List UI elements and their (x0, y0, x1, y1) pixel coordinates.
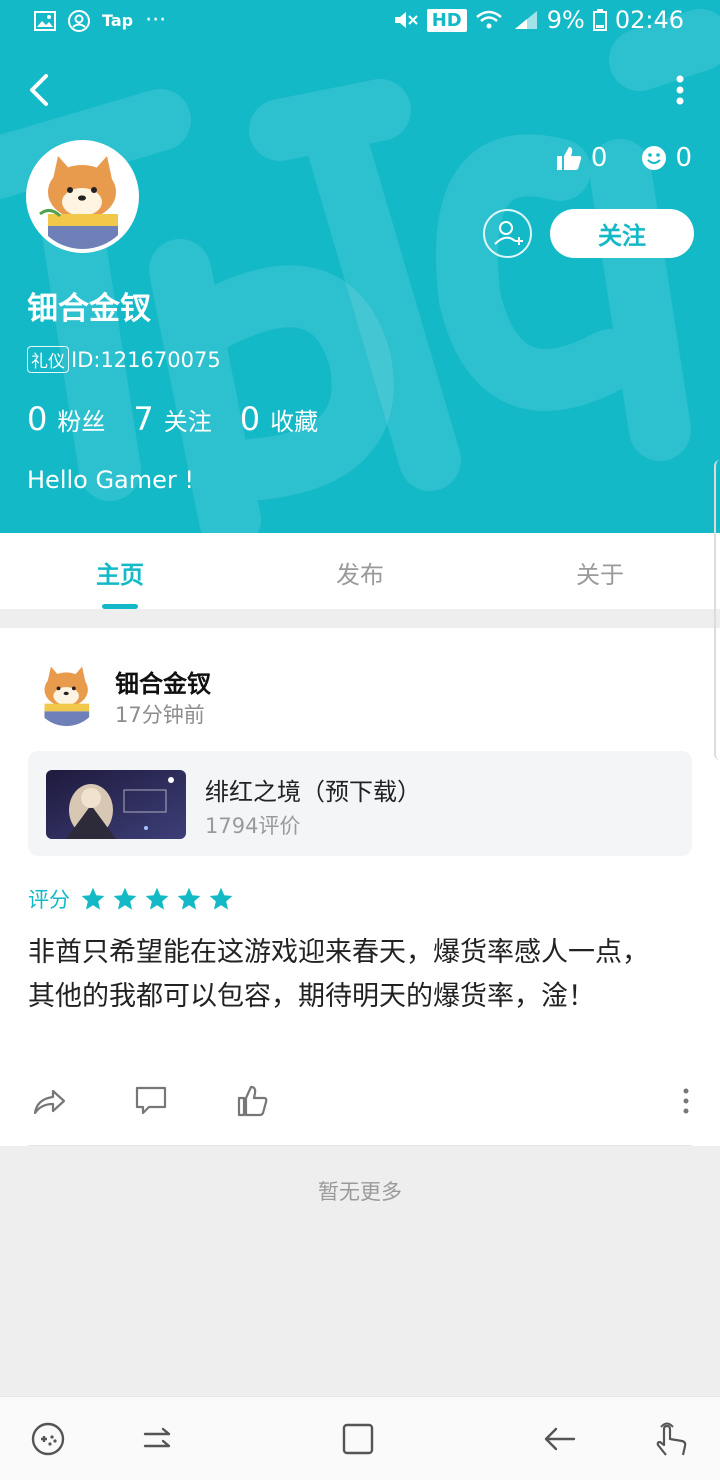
profile-header: Tap ··· HD 9% 02:46 0 0 关注 钿合金钗 礼仪 ID:12… (0, 0, 720, 533)
star-icon (113, 887, 137, 910)
game-title: 绯红之境（预下载） (205, 778, 421, 806)
game-link[interactable]: 绯红之境（预下载） 1794评价 (28, 751, 692, 856)
star-icon (209, 887, 233, 910)
tab-label: 发布 (336, 561, 384, 589)
share-icon[interactable] (31, 1083, 67, 1119)
game-thumbnail (46, 770, 186, 839)
add-friend-icon (494, 221, 523, 245)
profile-bio: Hello Gamer ! (27, 466, 195, 494)
stat-label: 粉丝 (57, 408, 106, 436)
profile-tabs: 主页 发布 关于 (0, 533, 720, 609)
post-timestamp: 17分钟前 (115, 703, 205, 727)
game-review-count: 1794评价 (205, 814, 301, 838)
thumbs-up-icon (556, 147, 582, 170)
home-icon[interactable] (338, 1419, 378, 1459)
shiba-avatar-small (33, 659, 100, 726)
tab-posts[interactable]: 发布 (240, 533, 480, 609)
user-id-row: 礼仪 ID:121670075 (27, 346, 221, 373)
user-id: ID:121670075 (71, 347, 221, 372)
shiba-avatar (30, 144, 135, 249)
game-cover-image (46, 770, 186, 839)
smile-icon (642, 146, 667, 170)
stat-number: 7 (133, 400, 154, 438)
review-text: 非酋只希望能在这游戏迎来春天，爆货率感人一点，其他的我都可以包容，期待明天的爆货… (28, 937, 649, 1012)
rating-row: 评分 (28, 884, 240, 914)
battery-percent: 9% (546, 6, 585, 34)
nav-back-icon[interactable] (540, 1419, 580, 1459)
stat-label: 收藏 (270, 408, 319, 436)
rating-label: 评分 (28, 888, 70, 912)
tab-about[interactable]: 关于 (480, 533, 720, 609)
watermark-logo (0, 9, 720, 533)
stat-fans[interactable]: 0 粉丝 (27, 400, 105, 438)
more-notifications: ··· (145, 8, 167, 33)
stat-favorites[interactable]: 0 收藏 (240, 400, 318, 438)
tab-indicator (102, 604, 138, 609)
review-card[interactable]: 钿合金钗 17分钟前 绯红之境（预下载） 1794评价 评分 非酋只希望能在这游… (0, 628, 720, 1146)
game-launcher-icon[interactable] (28, 1419, 68, 1459)
profile-username: 钿合金钗 (27, 291, 151, 327)
star-icon (177, 887, 201, 910)
gesture-icon[interactable] (652, 1419, 692, 1459)
wifi-icon (475, 10, 502, 29)
tab-label: 主页 (96, 561, 144, 589)
profile-avatar[interactable] (26, 140, 139, 253)
star-icon (145, 887, 169, 910)
no-more-text: 暂无更多 (318, 1180, 402, 1204)
like-icon[interactable] (235, 1083, 271, 1119)
user-tag: 礼仪 (27, 346, 69, 373)
edge-panel-handle[interactable] (714, 460, 720, 760)
post-author[interactable]: 钿合金钗 (115, 664, 211, 699)
tab-home[interactable]: 主页 (0, 533, 240, 609)
likes-count: 0 (590, 143, 608, 173)
smiles-group: 0 (641, 143, 692, 173)
system-nav-bar (0, 1396, 720, 1480)
recents-icon[interactable] (137, 1419, 177, 1459)
account-icon (68, 9, 90, 32)
gallery-icon (34, 10, 56, 31)
author-avatar[interactable] (33, 659, 100, 726)
star-icon (81, 887, 105, 910)
battery-icon (592, 9, 607, 31)
reaction-counts: 0 0 (531, 143, 692, 173)
more-vert-icon[interactable] (670, 74, 690, 106)
stat-label: 关注 (163, 408, 212, 436)
hd-badge: HD (426, 8, 467, 32)
add-friend-button[interactable] (483, 209, 532, 258)
stat-number: 0 (27, 400, 48, 438)
likes-group: 0 (555, 143, 608, 173)
post-actions (0, 1083, 720, 1123)
comment-icon[interactable] (133, 1083, 169, 1119)
divider (28, 1145, 692, 1146)
smiles-count: 0 (675, 143, 692, 173)
clock: 02:46 (614, 6, 684, 34)
back-icon[interactable] (22, 70, 58, 110)
status-bar: Tap ··· HD 9% 02:46 (0, 0, 720, 42)
follow-button[interactable]: 关注 (550, 209, 694, 258)
tab-label: 关于 (576, 561, 624, 589)
tap-label: Tap (102, 11, 134, 30)
stat-number: 0 (239, 400, 261, 438)
mute-icon (394, 12, 418, 28)
signal-icon (514, 11, 537, 29)
profile-stats: 0 粉丝 7 关注 0 收藏 (27, 400, 346, 438)
post-more-icon[interactable] (668, 1083, 704, 1119)
stat-following[interactable]: 7 关注 (133, 400, 211, 438)
